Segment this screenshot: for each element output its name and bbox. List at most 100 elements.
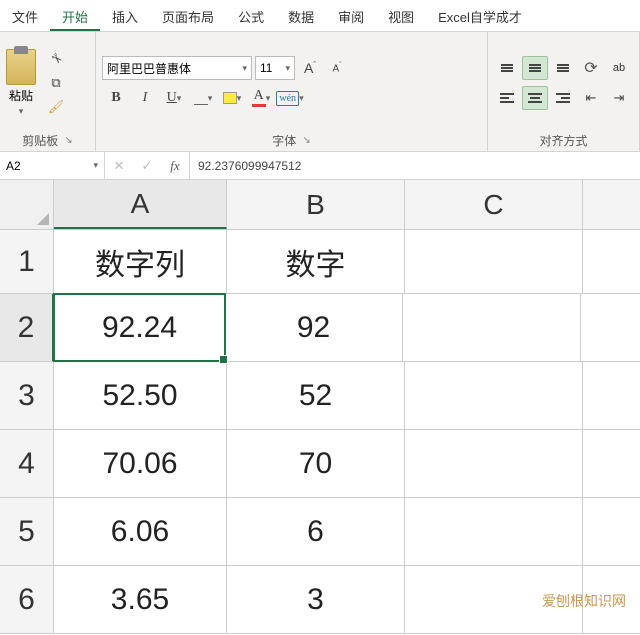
cell-A6[interactable]: 3.65 (54, 566, 227, 633)
formula-value: 92.2376099947512 (198, 159, 301, 173)
cell-A3[interactable]: 52.50 (54, 362, 227, 429)
cell-B6[interactable]: 3 (227, 566, 405, 633)
cell-B5[interactable]: 6 (227, 498, 405, 565)
align-bottom-button[interactable] (550, 56, 576, 80)
copy-icon: ⧉ (51, 75, 60, 91)
cell-C1[interactable] (405, 230, 583, 293)
font-size-value: 11 (260, 61, 272, 75)
column-header-C[interactable]: C (405, 180, 583, 229)
align-middle-button[interactable] (522, 56, 548, 80)
cell-A1[interactable]: 数字列 (54, 230, 227, 293)
tab-insert[interactable]: 插入 (100, 0, 150, 31)
fill-icon (223, 92, 237, 104)
cell-A2[interactable]: 92.24 (53, 293, 226, 362)
phonetic-button[interactable]: wén▾ (276, 86, 304, 110)
scissors-icon: ✂ (46, 49, 65, 68)
watermark: 爱刨根知识网 (542, 591, 626, 611)
tab-formula[interactable]: 公式 (226, 0, 276, 31)
align-center-button[interactable] (522, 86, 548, 110)
tab-review[interactable]: 审阅 (326, 0, 376, 31)
orientation-button[interactable]: ⟳ (578, 56, 604, 80)
tab-layout[interactable]: 页面布局 (150, 0, 226, 31)
align-top-button[interactable] (494, 56, 520, 80)
group-font-label: 字体 (272, 132, 296, 149)
confirm-formula-button[interactable]: ✓ (133, 158, 161, 174)
font-launcher[interactable]: ↘ (302, 135, 310, 146)
cell-A4[interactable]: 70.06 (54, 430, 227, 497)
table-row: 3 52.50 52 (0, 362, 640, 430)
format-painter-button[interactable]: 🖌 (44, 96, 68, 118)
orientation-icon: ⟳ (584, 58, 597, 78)
increase-font-icon: Aˆ (304, 60, 316, 76)
phonetic-icon: wén (276, 91, 299, 106)
bold-button[interactable]: B (102, 86, 130, 110)
row-header-3[interactable]: 3 (0, 362, 54, 429)
row-header-4[interactable]: 4 (0, 430, 54, 497)
underline-icon: U (167, 90, 177, 106)
chevron-down-icon: ▾ (177, 93, 182, 104)
paste-button[interactable]: 粘贴 ▾ (6, 49, 36, 117)
tab-home[interactable]: 开始 (50, 0, 100, 31)
bold-icon: B (111, 90, 120, 106)
chevron-down-icon: ▾ (242, 63, 247, 74)
cell-C3[interactable] (405, 362, 583, 429)
fx-icon: fx (170, 158, 179, 174)
column-header-B[interactable]: B (227, 180, 405, 229)
wrap-text-button[interactable]: ab (606, 56, 632, 80)
cell-A5[interactable]: 6.06 (54, 498, 227, 565)
increase-font-button[interactable]: Aˆ (298, 57, 322, 79)
increase-indent-icon: ⇥ (614, 90, 625, 106)
cell-B2[interactable]: 92 (225, 294, 403, 361)
decrease-indent-button[interactable]: ⇤ (578, 86, 604, 110)
cell-B4[interactable]: 70 (227, 430, 405, 497)
underline-button[interactable]: U▾ (160, 86, 188, 110)
chevron-down-icon: ▾ (299, 93, 304, 104)
column-header-A[interactable]: A (54, 180, 227, 229)
italic-button[interactable]: I (131, 86, 159, 110)
clipboard-launcher[interactable]: ↘ (64, 135, 72, 146)
chevron-down-icon: ▾ (208, 93, 213, 104)
cancel-formula-button[interactable]: ✕ (105, 158, 133, 174)
border-icon (194, 91, 208, 105)
row-header-2[interactable]: 2 (0, 294, 54, 361)
border-button[interactable]: ▾ (189, 86, 217, 110)
increase-indent-button[interactable]: ⇥ (606, 86, 632, 110)
name-box[interactable]: A2▾ (0, 152, 105, 179)
worksheet: A B C 1 数字列 数字 2 92.24 92 3 52.50 52 4 7… (0, 180, 640, 634)
formula-input[interactable]: 92.2376099947512 (190, 152, 640, 179)
row-header-1[interactable]: 1 (0, 230, 54, 293)
cell-C2[interactable] (403, 294, 581, 361)
align-right-button[interactable] (550, 86, 576, 110)
chevron-down-icon[interactable]: ▾ (19, 106, 24, 117)
font-size-select[interactable]: 11 ▾ (255, 56, 295, 80)
cut-button[interactable]: ✂ (44, 48, 68, 70)
chevron-down-icon: ▾ (266, 93, 271, 104)
cell-B3[interactable]: 52 (227, 362, 405, 429)
decrease-font-button[interactable]: Aˇ (325, 57, 349, 79)
font-name-select[interactable]: 阿里巴巴普惠体 ▾ (102, 56, 252, 80)
align-left-button[interactable] (494, 86, 520, 110)
tab-custom[interactable]: Excel自学成才 (426, 0, 534, 31)
align-middle-icon (529, 64, 541, 72)
cell-C5[interactable] (405, 498, 583, 565)
row-header-5[interactable]: 5 (0, 498, 54, 565)
cell-B1[interactable]: 数字 (227, 230, 405, 293)
tab-file[interactable]: 文件 (0, 0, 50, 31)
row-header-6[interactable]: 6 (0, 566, 54, 633)
table-row: 1 数字列 数字 (0, 230, 640, 294)
copy-button[interactable]: ⧉ (44, 72, 68, 94)
font-color-button[interactable]: A▾ (247, 86, 275, 110)
ribbon-tabs: 文件 开始 插入 页面布局 公式 数据 审阅 视图 Excel自学成才 (0, 0, 640, 32)
name-box-value: A2 (6, 159, 21, 173)
chevron-down-icon: ▾ (285, 63, 290, 74)
select-all-corner[interactable] (0, 180, 54, 229)
font-name-value: 阿里巴巴普惠体 (107, 60, 191, 77)
fill-color-button[interactable]: ▾ (218, 86, 246, 110)
table-row: 5 6.06 6 (0, 498, 640, 566)
cell-C4[interactable] (405, 430, 583, 497)
insert-function-button[interactable]: fx (161, 158, 189, 174)
group-clipboard-label: 剪贴板 (22, 132, 58, 149)
align-top-icon (501, 64, 513, 72)
tab-data[interactable]: 数据 (276, 0, 326, 31)
tab-view[interactable]: 视图 (376, 0, 426, 31)
